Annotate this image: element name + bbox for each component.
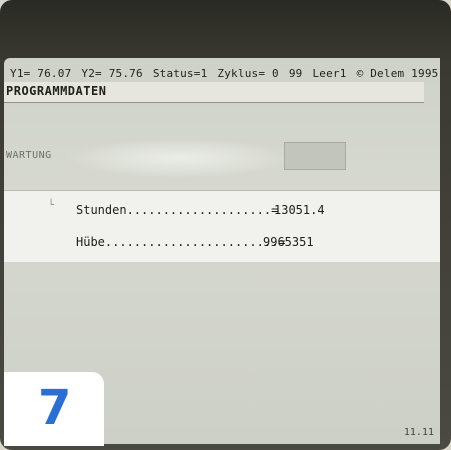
count-readout: 99 (288, 66, 303, 80)
hours-value: 13051.4 (274, 203, 325, 217)
hours-label: Stunden....................= (76, 203, 279, 217)
corner-text: 11.11 (403, 427, 434, 438)
number-badge: 7 (4, 372, 104, 446)
glare-box (284, 142, 346, 170)
badge-number: 7 (38, 380, 72, 436)
cursor-marker: └ (48, 200, 55, 211)
page-title: PROGRAMMDATEN (6, 84, 107, 98)
copyright-text: © Delem 1995,1997 (356, 66, 440, 80)
glare (64, 138, 294, 178)
status-bar: Y1= 76.07 Y2= 75.76 Status=1 Zyklus= 0 9… (4, 64, 440, 82)
zyklus-readout: Zyklus= 0 (217, 66, 279, 80)
leer-readout: Leer1 (312, 66, 347, 80)
y1-readout: Y1= 76.07 (10, 66, 72, 80)
data-panel: └ Stunden....................= 13051.4 H… (4, 190, 440, 262)
strokes-value: 9965351 (263, 235, 314, 249)
header-bar: PROGRAMMDATEN (4, 82, 424, 103)
section-title: WARTUNG (6, 150, 52, 161)
status-readout: Status=1 (152, 66, 208, 80)
y2-readout: Y2= 75.76 (81, 66, 143, 80)
strokes-label: Hübe........................= (76, 235, 286, 249)
